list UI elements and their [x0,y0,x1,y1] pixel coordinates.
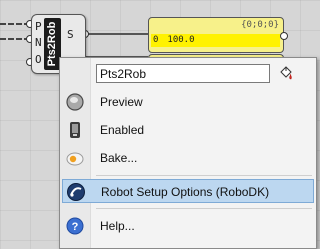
node-title: Pts2Rob [46,21,58,67]
menu-item-label: Enabled [100,123,145,137]
bake-icon [66,152,84,166]
svg-text:?: ? [72,221,79,233]
data-panel[interactable]: {0;0;0} 0 100.0 [148,17,288,53]
output-port-s[interactable]: S [67,28,74,41]
menu-item-label: Preview [100,95,143,109]
context-menu: Pts2Rob Preview Enabled Bake... Robot Se… [59,57,317,249]
preview-icon [66,93,84,111]
panel-row-value: 100.0 [167,35,195,45]
panel-output-grip[interactable] [280,32,288,40]
component-name-field[interactable]: Pts2Rob [96,64,270,83]
input-port-o[interactable]: O [35,53,42,66]
menu-item-label: Bake... [100,151,138,165]
paint-bucket-icon[interactable] [278,65,294,81]
menu-item-label: Robot Setup Options (RoboDK) [101,185,270,199]
menu-item-robot-setup-options[interactable]: Robot Setup Options (RoboDK) [62,179,314,203]
menu-item-preview[interactable]: Preview [62,90,314,114]
menu-item-enabled[interactable]: Enabled [62,118,314,142]
menu-item-help[interactable]: ? Help... [62,214,314,238]
panel-row-index: 0 [153,35,159,45]
menu-item-bake[interactable]: Bake... [62,146,314,170]
panel-path-header: {0;0;0} [241,20,279,30]
input-port-p[interactable]: P [35,20,42,33]
input-port-n[interactable]: N [35,36,42,49]
enabled-icon [70,122,80,138]
menu-separator [96,175,312,176]
robodk-icon [67,183,85,201]
menu-separator [96,208,312,209]
panel-row: 0 100.0 [151,34,280,47]
output-wire [86,33,148,35]
menu-item-label: Help... [100,219,135,233]
help-icon: ? [66,217,84,235]
